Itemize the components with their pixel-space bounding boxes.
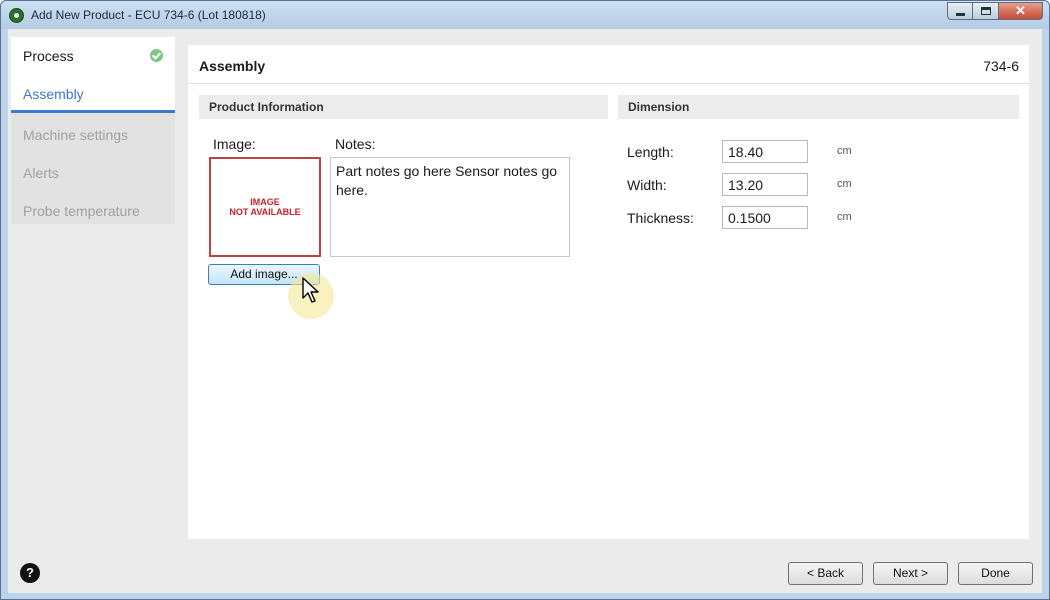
thickness-unit: cm bbox=[837, 211, 852, 223]
help-icon[interactable]: ? bbox=[20, 563, 40, 583]
length-label: Length: bbox=[627, 144, 674, 160]
width-field[interactable] bbox=[722, 173, 808, 196]
application-window: Add New Product - ECU 734-6 (Lot 180818)… bbox=[0, 0, 1050, 600]
mouse-cursor-icon bbox=[302, 277, 319, 303]
close-button[interactable]: ✕ bbox=[999, 2, 1043, 20]
sidebar-item-label: Process bbox=[23, 48, 74, 64]
notes-label: Notes: bbox=[335, 136, 376, 152]
check-icon bbox=[150, 49, 163, 62]
thickness-field[interactable] bbox=[722, 206, 808, 229]
sidebar-item-label: Machine settings bbox=[23, 127, 129, 143]
back-button[interactable]: < Back bbox=[788, 562, 863, 585]
sidebar-item-machine-settings[interactable]: Machine settings bbox=[11, 116, 175, 154]
close-icon: ✕ bbox=[1015, 3, 1026, 18]
sidebar-item-process[interactable]: Process bbox=[11, 37, 175, 75]
maximize-icon bbox=[980, 7, 991, 15]
product-information-heading: Product Information bbox=[199, 95, 608, 119]
thickness-label: Thickness: bbox=[627, 210, 694, 226]
next-button[interactable]: Next > bbox=[873, 562, 948, 585]
dimension-heading: Dimension bbox=[618, 95, 1019, 119]
client-area: Process Assembly Machine settings Alerts… bbox=[8, 29, 1042, 593]
length-unit: cm bbox=[837, 145, 852, 157]
product-code: 734-6 bbox=[983, 58, 1019, 74]
minimize-button[interactable] bbox=[947, 2, 973, 20]
width-label: Width: bbox=[627, 177, 667, 193]
notes-field[interactable]: Part notes go here Sensor notes go here. bbox=[330, 157, 570, 257]
product-image: IMAGE NOT AVAILABLE bbox=[209, 157, 321, 257]
app-logo-icon bbox=[9, 8, 24, 23]
window-controls: ✕ bbox=[947, 2, 1043, 21]
done-button[interactable]: Done bbox=[958, 562, 1033, 585]
sidebar-item-label: Probe temperature bbox=[23, 203, 140, 219]
divider bbox=[188, 83, 1029, 84]
sidebar-item-probe-temperature[interactable]: Probe temperature bbox=[11, 192, 175, 230]
content-panel: Assembly 734-6 Product Information Dimen… bbox=[188, 45, 1029, 539]
sidebar-item-alerts[interactable]: Alerts bbox=[11, 154, 175, 192]
width-unit: cm bbox=[837, 178, 852, 190]
maximize-button[interactable] bbox=[973, 2, 999, 20]
sidebar-item-assembly[interactable]: Assembly bbox=[11, 75, 175, 113]
image-label: Image: bbox=[213, 136, 256, 152]
wizard-sidebar: Process Assembly Machine settings Alerts… bbox=[11, 37, 175, 224]
sidebar-item-label: Assembly bbox=[23, 86, 84, 102]
minimize-icon bbox=[955, 12, 965, 16]
image-placeholder-text: IMAGE NOT AVAILABLE bbox=[229, 197, 301, 217]
page-title: Assembly bbox=[199, 58, 266, 74]
sidebar-item-label: Alerts bbox=[23, 165, 59, 181]
title-bar[interactable]: Add New Product - ECU 734-6 (Lot 180818)… bbox=[1, 1, 1049, 29]
window-title: Add New Product - ECU 734-6 (Lot 180818) bbox=[31, 8, 266, 22]
length-field[interactable] bbox=[722, 140, 808, 163]
